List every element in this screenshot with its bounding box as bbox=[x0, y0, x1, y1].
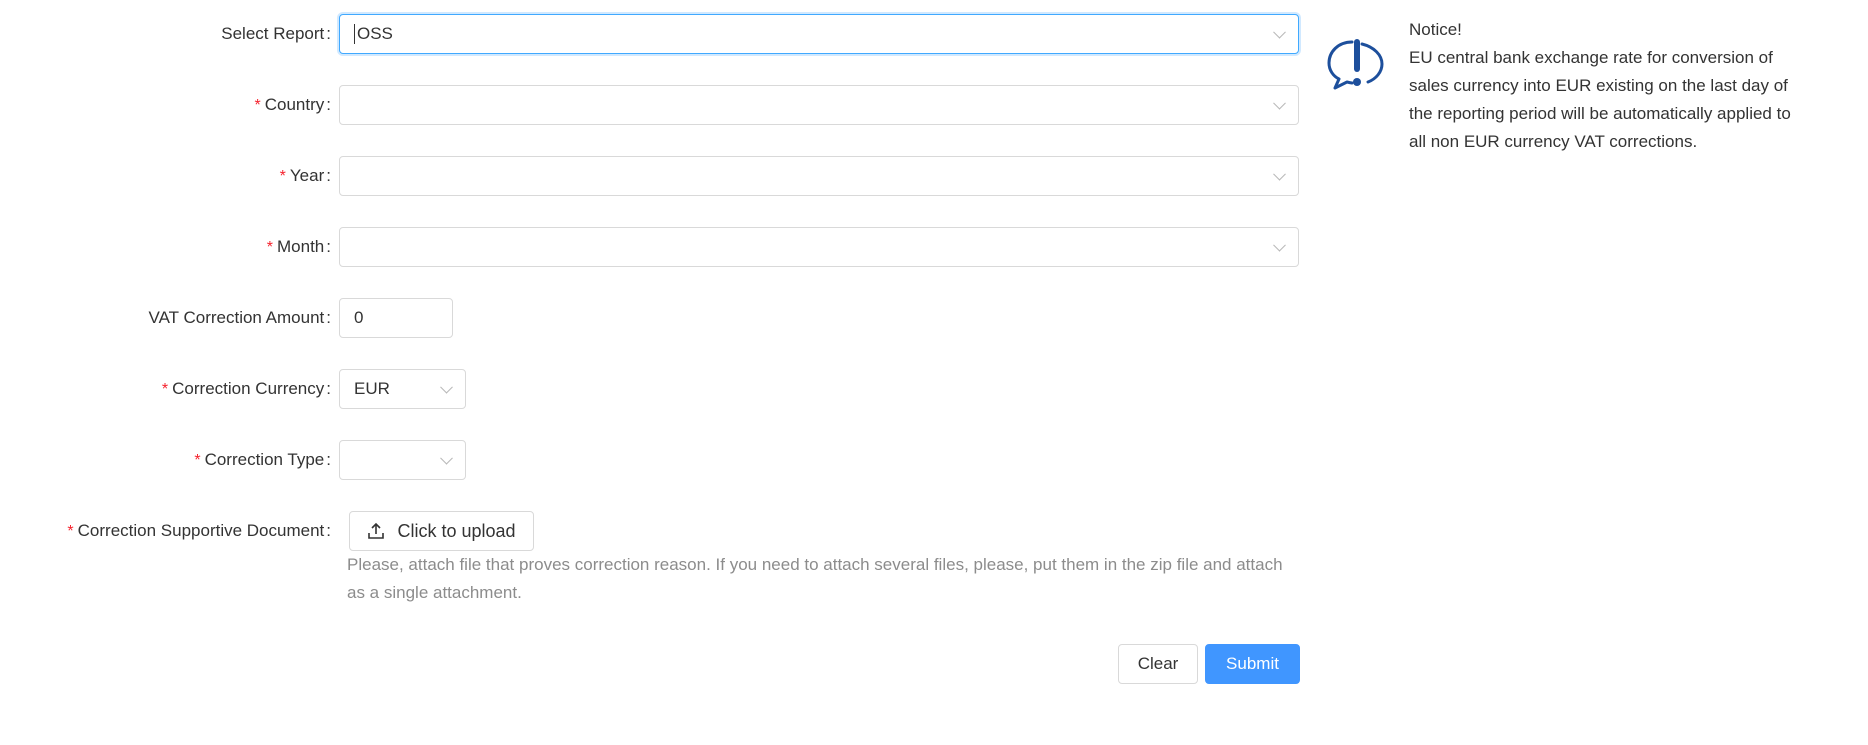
vat-amount-label: VAT Correction Amount: bbox=[148, 308, 331, 327]
month-label: * Month: bbox=[266, 237, 331, 256]
type-label: * Correction Type: bbox=[194, 450, 331, 469]
select-report-dropdown[interactable]: OSS bbox=[339, 14, 1299, 54]
currency-row: * Correction Currency: EUR bbox=[0, 369, 466, 409]
select-report-value: OSS bbox=[357, 24, 393, 43]
chevron-down-icon bbox=[1273, 167, 1286, 181]
month-dropdown[interactable] bbox=[339, 227, 1299, 267]
chevron-down-icon bbox=[440, 380, 453, 394]
type-dropdown[interactable] bbox=[339, 440, 466, 480]
year-label: * Year: bbox=[279, 166, 331, 185]
document-label: * Correction Supportive Document: bbox=[67, 521, 331, 540]
submit-button[interactable]: Submit bbox=[1205, 644, 1300, 684]
chevron-down-icon bbox=[1273, 238, 1286, 252]
vat-correction-page: Select Report: OSS * Country: * Year: * Mon… bbox=[0, 0, 1868, 745]
month-row: * Month: bbox=[0, 227, 1299, 267]
speech-exclamation-icon bbox=[1327, 39, 1384, 90]
select-report-label: Select Report: bbox=[221, 24, 331, 43]
currency-value: EUR bbox=[354, 379, 390, 398]
upload-icon bbox=[368, 522, 385, 539]
upload-button-label: Click to upload bbox=[397, 520, 516, 541]
chevron-down-icon bbox=[440, 451, 453, 465]
country-row: * Country: bbox=[0, 85, 1299, 125]
notice-body: EU central bank exchange rate for conver… bbox=[1409, 48, 1791, 151]
document-row: * Correction Supportive Document: Click t… bbox=[0, 511, 534, 551]
chevron-down-icon bbox=[1273, 96, 1286, 110]
select-report-row: Select Report: OSS bbox=[0, 14, 1299, 54]
country-dropdown[interactable] bbox=[339, 85, 1299, 125]
notice-box: Notice! EU central bank exchange rate fo… bbox=[1409, 16, 1809, 156]
chevron-down-icon bbox=[1273, 25, 1286, 39]
vat-amount-row: VAT Correction Amount: 0 bbox=[0, 298, 453, 338]
currency-dropdown[interactable]: EUR bbox=[339, 369, 466, 409]
currency-label: * Correction Currency: bbox=[161, 379, 331, 398]
upload-button[interactable]: Click to upload bbox=[349, 511, 534, 551]
year-row: * Year: bbox=[0, 156, 1299, 196]
vat-amount-input[interactable]: 0 bbox=[339, 298, 453, 338]
year-dropdown[interactable] bbox=[339, 156, 1299, 196]
notice-title: Notice! bbox=[1409, 20, 1462, 39]
clear-button[interactable]: Clear bbox=[1118, 644, 1198, 684]
type-row: * Correction Type: bbox=[0, 440, 466, 480]
text-cursor bbox=[354, 24, 355, 44]
upload-hint: Please, attach file that proves correcti… bbox=[347, 555, 1283, 602]
country-label: * Country: bbox=[254, 95, 332, 114]
